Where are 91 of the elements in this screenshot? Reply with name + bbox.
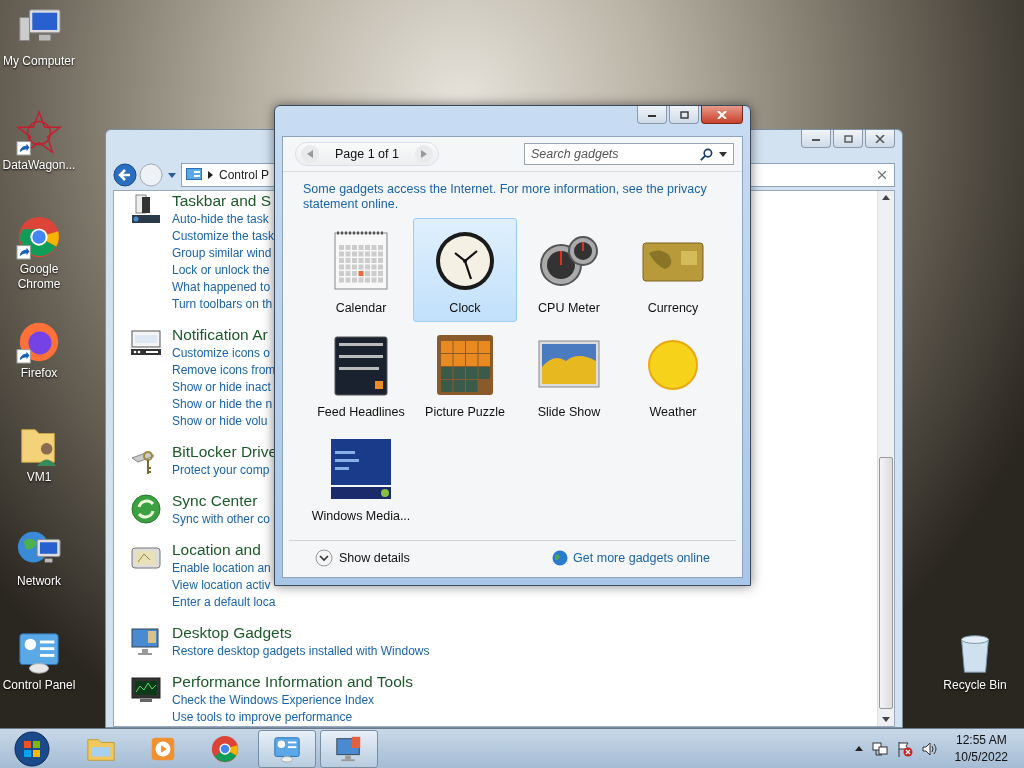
taskbar-button[interactable] — [320, 729, 378, 768]
section-title-link[interactable]: Sync Center — [172, 491, 271, 511]
desktop-item[interactable]: Google Chrome — [0, 214, 78, 318]
gadget-tile[interactable]: Slide Show — [517, 322, 621, 426]
control-panel-icon — [186, 168, 202, 182]
task-link[interactable]: Group similar wind — [172, 245, 275, 262]
gadget-tile[interactable]: CPU Meter — [517, 218, 621, 322]
monitor-gadget-icon — [130, 625, 162, 657]
right-arrow-icon — [420, 150, 427, 158]
task-link[interactable]: Customize the task — [172, 228, 275, 245]
media-center-icon — [329, 437, 393, 501]
task-link[interactable]: Auto-hide the task — [172, 211, 275, 228]
search-box[interactable]: Search gadgets — [524, 143, 734, 165]
maximize-button[interactable] — [833, 130, 863, 148]
gadget-tile[interactable]: Weather — [621, 322, 725, 426]
caret-icon[interactable] — [719, 151, 727, 157]
search-icon[interactable] — [700, 147, 713, 161]
clock-icon — [433, 229, 497, 293]
desktop-item[interactable]: DataWagon... — [0, 110, 78, 214]
minimize-button[interactable] — [637, 106, 667, 124]
taskbar-icon — [130, 193, 162, 225]
task-link[interactable]: Restore desktop gadgets installed with Windows — [172, 643, 430, 660]
gadget-tile[interactable]: Calendar — [309, 218, 413, 322]
get-more-gadgets-link[interactable]: Get more gadgets online — [573, 551, 710, 565]
back-button[interactable] — [113, 163, 137, 187]
scroll-up-arrow-icon[interactable] — [882, 195, 890, 200]
task-link[interactable]: Show or hide volu — [172, 413, 276, 430]
taskbar-button[interactable] — [258, 729, 316, 768]
scrollbar[interactable] — [877, 191, 894, 726]
desktop-item[interactable]: Network — [0, 526, 78, 630]
clear-icon[interactable] — [878, 171, 886, 179]
next-page-button[interactable] — [414, 145, 433, 163]
task-link[interactable]: What happened to — [172, 279, 275, 296]
close-icon — [874, 134, 886, 143]
privacy-notice-text: Some gadgets access the Internet. For more information, see the privacy statement online. — [303, 182, 708, 212]
clock-button[interactable]: 12:55 AM 10/5/2022 — [954, 731, 1008, 766]
section-title-link[interactable]: Desktop Gadgets — [172, 623, 430, 643]
section-title-link[interactable]: Taskbar and S — [172, 191, 275, 211]
caret-icon[interactable] — [168, 172, 176, 178]
maximize-icon — [678, 110, 690, 119]
task-link[interactable]: Remove icons from — [172, 362, 276, 379]
close-button[interactable] — [701, 106, 743, 124]
section-title-link[interactable]: Performance Information and Tools — [172, 672, 413, 692]
task-link[interactable]: Turn toolbars on th — [172, 296, 275, 313]
desktop-item[interactable]: VM1 — [0, 422, 78, 526]
show-details-button[interactable]: Show details — [315, 549, 410, 567]
task-link[interactable]: Protect your comp — [172, 462, 278, 479]
show-hidden-icons-arrow-icon[interactable] — [854, 746, 863, 751]
search-field[interactable]: Search gadgets — [531, 147, 694, 161]
gadget-tile[interactable]: Feed Headlines — [309, 322, 413, 426]
gadget-tile[interactable]: Currency — [621, 218, 725, 322]
close-icon — [716, 110, 728, 119]
gadget-tile[interactable]: Clock — [413, 218, 517, 322]
flag-error-icon[interactable] — [896, 740, 913, 757]
task-link[interactable]: Lock or unlock the — [172, 262, 275, 279]
network-icon[interactable] — [871, 740, 888, 757]
close-button[interactable] — [865, 130, 895, 148]
page-indicator: Page 1 of 1 — [334, 147, 400, 161]
task-link[interactable]: Use tools to improve performance — [172, 709, 413, 726]
star-logo-icon — [16, 110, 62, 156]
task-link[interactable]: Enter a default loca — [172, 594, 276, 611]
breadcrumb-arrow-icon — [208, 171, 213, 179]
control-panel-icon — [16, 630, 62, 676]
chevron-down-icon — [315, 549, 333, 567]
task-link[interactable]: Customize icons o — [172, 345, 276, 362]
task-link[interactable]: Check the Windows Experience Index — [172, 692, 413, 709]
desktop-item[interactable]: Firefox — [0, 318, 78, 422]
scroll-down-arrow-icon[interactable] — [882, 717, 890, 722]
task-link[interactable]: View location activ — [172, 577, 276, 594]
globe-icon — [552, 550, 569, 566]
chrome-icon — [210, 733, 240, 764]
chrome-icon — [16, 214, 62, 260]
gadget-tile[interactable]: Windows Media... — [309, 426, 413, 530]
address-text: Control P — [219, 168, 270, 182]
speaker-icon[interactable] — [921, 740, 938, 757]
task-link[interactable]: Enable location an — [172, 560, 276, 577]
sync-icon — [130, 493, 162, 525]
minimize-button[interactable] — [801, 130, 831, 148]
scroll-thumb[interactable] — [879, 457, 893, 709]
task-link[interactable]: Sync with other co — [172, 511, 271, 528]
maximize-icon — [842, 134, 854, 143]
previous-page-button[interactable] — [301, 145, 319, 163]
gadget-tile[interactable]: Picture Puzzle — [413, 322, 517, 426]
desktop-item[interactable]: My Computer — [0, 6, 78, 110]
left-arrow-icon — [307, 150, 313, 158]
desktop-item[interactable]: Recycle Bin — [936, 630, 1014, 728]
task-link[interactable]: Show or hide inact — [172, 379, 276, 396]
task-link[interactable]: Show or hide the n — [172, 396, 276, 413]
section-title-link[interactable]: Location and — [172, 540, 276, 560]
maximize-button[interactable] — [669, 106, 699, 124]
section-title-link[interactable]: Notification Ar — [172, 325, 276, 345]
